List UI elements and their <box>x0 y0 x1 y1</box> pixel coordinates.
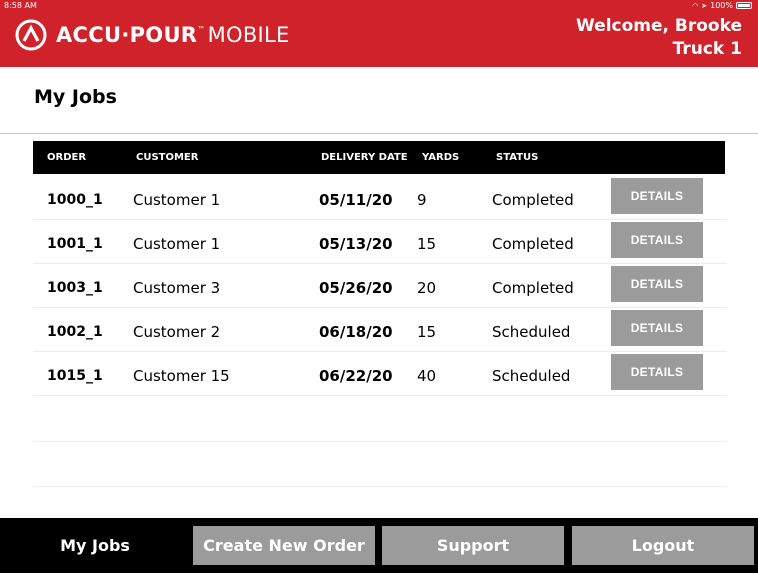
details-button[interactable]: DETAILS <box>611 178 703 214</box>
delivery-date: 05/26/20 <box>319 279 393 297</box>
yards: 20 <box>417 279 437 297</box>
jobs-table-header: ORDER CUSTOMER DELIVERY DATE YARDS STATU… <box>33 141 725 174</box>
logo-trademark: ™ <box>197 25 206 34</box>
battery-percent: 100% <box>710 1 733 10</box>
delivery-date: 06/18/20 <box>319 323 393 341</box>
bottom-nav-bar: My Jobs Create New Order Support Logout <box>0 518 758 573</box>
column-header-status: STATUS <box>496 152 539 163</box>
welcome-text: Welcome, Brooke <box>576 16 742 36</box>
order-number: 1002_1 <box>47 324 103 340</box>
delivery-date: 05/13/20 <box>319 235 393 253</box>
logo-text-light: MOBILE <box>207 23 290 47</box>
order-number: 1000_1 <box>47 192 103 208</box>
nav-create-new-order-button[interactable]: Create New Order <box>193 526 375 565</box>
yards: 9 <box>417 191 427 209</box>
logo-text-bold: ACCU·POUR <box>56 23 198 47</box>
delivery-date: 06/22/20 <box>319 367 393 385</box>
table-row: 1003_1 Customer 3 05/26/20 20 Completed … <box>33 264 727 308</box>
accu-pour-logo-icon <box>15 19 47 51</box>
table-row: 1001_1 Customer 1 05/13/20 15 Completed … <box>33 220 727 264</box>
page-title: My Jobs <box>34 86 117 108</box>
logo-text: ACCU·POUR™MOBILE <box>56 23 290 47</box>
order-number: 1001_1 <box>47 236 103 252</box>
customer-name: Customer 15 <box>133 367 230 385</box>
table-row: 1000_1 Customer 1 05/11/20 9 Completed D… <box>33 176 727 220</box>
customer-name: Customer 1 <box>133 191 221 209</box>
truck-label: Truck 1 <box>672 39 742 59</box>
nav-my-jobs-button[interactable]: My Jobs <box>4 526 186 565</box>
battery-icon <box>736 2 752 9</box>
status: Scheduled <box>492 367 571 385</box>
column-header-yards: YARDS <box>422 152 460 163</box>
nav-logout-button[interactable]: Logout <box>572 526 754 565</box>
status: Completed <box>492 279 574 297</box>
empty-row-divider <box>33 486 727 487</box>
yards: 40 <box>417 367 437 385</box>
details-button[interactable]: DETAILS <box>611 310 703 346</box>
table-row: 1015_1 Customer 15 06/22/20 40 Scheduled… <box>33 352 727 396</box>
table-row: 1002_1 Customer 2 06/18/20 15 Scheduled … <box>33 308 727 352</box>
details-button[interactable]: DETAILS <box>611 222 703 258</box>
order-number: 1003_1 <box>47 280 103 296</box>
status-bar-right: ◠ ➤ 100% <box>692 1 752 10</box>
status: Completed <box>492 191 574 209</box>
details-button[interactable]: DETAILS <box>611 354 703 390</box>
title-divider <box>0 133 758 134</box>
yards: 15 <box>417 235 437 253</box>
order-number: 1015_1 <box>47 368 103 384</box>
details-button[interactable]: DETAILS <box>611 266 703 302</box>
status: Scheduled <box>492 323 571 341</box>
delivery-date: 05/11/20 <box>319 191 393 209</box>
column-header-customer: CUSTOMER <box>136 152 199 163</box>
wifi-icon: ◠ <box>692 1 699 10</box>
status-bar-time: 8:58 AM <box>4 1 37 10</box>
empty-row-divider <box>33 441 727 442</box>
customer-name: Customer 2 <box>133 323 221 341</box>
customer-name: Customer 1 <box>133 235 221 253</box>
app-header: ACCU·POUR™MOBILE Welcome, Brooke Truck 1 <box>0 0 758 67</box>
status: Completed <box>492 235 574 253</box>
customer-name: Customer 3 <box>133 279 221 297</box>
location-arrow-icon: ➤ <box>701 1 708 10</box>
column-header-order: ORDER <box>47 152 87 163</box>
welcome-block: Welcome, Brooke Truck 1 <box>576 15 742 61</box>
yards: 15 <box>417 323 437 341</box>
accu-pour-logo: ACCU·POUR™MOBILE <box>15 19 290 51</box>
column-header-delivery-date: DELIVERY DATE <box>321 152 408 163</box>
nav-support-button[interactable]: Support <box>382 526 564 565</box>
